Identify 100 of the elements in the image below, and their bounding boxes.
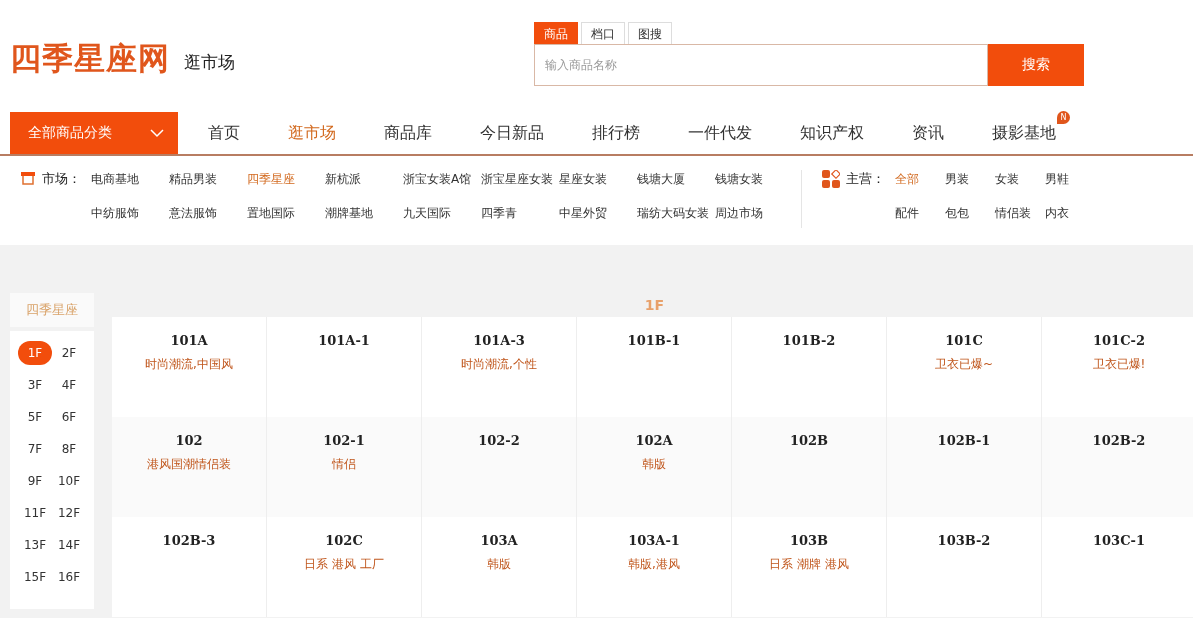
stall-card[interactable]: 101C 卫衣已爆~	[887, 317, 1042, 417]
category-link[interactable]: 女装	[995, 170, 1045, 188]
floor-link[interactable]: 14F	[52, 533, 86, 557]
stall-card[interactable]: 102 港风国潮情侣装	[112, 417, 267, 517]
search-button[interactable]: 搜索	[988, 44, 1084, 86]
stall-card[interactable]: 102B-1	[887, 417, 1042, 517]
stall-card[interactable]: 101B-1	[577, 317, 732, 417]
market-link[interactable]: 钱塘大厦	[637, 170, 715, 188]
stall-card[interactable]: 103B 日系 潮牌 港风	[732, 517, 887, 617]
market-link[interactable]: 中星外贸	[559, 204, 637, 222]
market-link[interactable]: 瑞纺大码女装	[637, 204, 715, 222]
category-link[interactable]: 全部	[895, 170, 945, 188]
stall-card[interactable]: 103B-2	[887, 517, 1042, 617]
floor-link[interactable]: 8F	[52, 437, 86, 461]
market-link[interactable]: 浙宝女装A馆	[403, 170, 481, 188]
nav-link[interactable]: 逛市场	[288, 122, 336, 142]
stall-card[interactable]: 102B-2	[1042, 417, 1193, 517]
grid-icon	[822, 170, 840, 188]
market-link[interactable]: 意法服饰	[169, 204, 247, 222]
market-title: 四季星座	[10, 293, 94, 327]
stall-card[interactable]: 102B	[732, 417, 887, 517]
stall-code: 101B-1	[627, 333, 681, 348]
floor-link[interactable]: 6F	[52, 405, 86, 429]
floor-link[interactable]: 4F	[52, 373, 86, 397]
nav-link[interactable]: 排行榜	[592, 122, 640, 142]
category-link[interactable]: 情侣装	[995, 204, 1045, 222]
stall-code: 101A-3	[473, 333, 525, 348]
floor-link[interactable]: 7F	[18, 437, 52, 461]
nav-link[interactable]: 一件代发	[688, 122, 752, 142]
category-link[interactable]: 内衣	[1045, 204, 1095, 222]
market-link[interactable]: 浙宝星座女装	[481, 170, 559, 188]
floor-link[interactable]: 3F	[18, 373, 52, 397]
stall-tag: 时尚潮流,个性	[461, 356, 537, 373]
stall-card[interactable]: 103C-1	[1042, 517, 1193, 617]
stall-code: 102B	[789, 433, 829, 448]
stall-tag: 韩版	[487, 556, 511, 573]
stall-card[interactable]: 102-2	[422, 417, 577, 517]
market-link[interactable]: 四季星座	[247, 170, 325, 188]
floor-link[interactable]: 1F	[18, 341, 52, 365]
market-link[interactable]: 周边市场	[715, 204, 793, 222]
category-link[interactable]: 配件	[895, 204, 945, 222]
stall-card[interactable]: 101A-3 时尚潮流,个性	[422, 317, 577, 417]
floor-link[interactable]: 15F	[18, 565, 52, 589]
floor-link[interactable]: 2F	[52, 341, 86, 365]
stall-tag: 港风国潮情侣装	[147, 456, 231, 473]
market-link[interactable]: 钱塘女装	[715, 170, 793, 188]
stall-card[interactable]: 101A 时尚潮流,中国风	[112, 317, 267, 417]
stall-code: 102B-2	[1092, 433, 1146, 448]
stall-card[interactable]: 103A-1 韩版,港风	[577, 517, 732, 617]
stall-code: 102-2	[478, 433, 520, 448]
search-tab[interactable]: 商品	[534, 22, 578, 44]
nav-link[interactable]: 资讯	[912, 122, 944, 142]
nav-link[interactable]: 摄影基地	[992, 122, 1056, 142]
stall-card[interactable]: 102-1 情侣	[267, 417, 422, 517]
floor-link[interactable]: 12F	[52, 501, 86, 525]
site-logo[interactable]: 四季星座网	[10, 38, 170, 80]
floor-link[interactable]: 5F	[18, 405, 52, 429]
search-tab[interactable]: 档口	[581, 22, 625, 44]
floor-link[interactable]: 11F	[18, 501, 52, 525]
stall-card[interactable]: 102C 日系 港风 工厂	[267, 517, 422, 617]
category-link[interactable]: 包包	[945, 204, 995, 222]
stall-code: 102B-3	[162, 533, 216, 548]
category-link[interactable]: 男鞋	[1045, 170, 1095, 188]
nav-link[interactable]: 今日新品	[480, 122, 544, 142]
stall-tag: 韩版	[642, 456, 666, 473]
chevron-down-icon	[150, 128, 164, 138]
market-link[interactable]: 星座女装	[559, 170, 637, 188]
market-link[interactable]: 置地国际	[247, 204, 325, 222]
search-field[interactable]: 输入商品名称	[534, 44, 988, 86]
stall-card[interactable]: 101A-1	[267, 317, 422, 417]
search-tab[interactable]: 图搜	[628, 22, 672, 44]
category-label: 主营：	[846, 170, 885, 188]
floor-link[interactable]: 10F	[52, 469, 86, 493]
stall-tag: 卫衣已爆~	[934, 356, 994, 373]
nav-link[interactable]: 知识产权	[800, 122, 864, 142]
market-link[interactable]: 精品男装	[169, 170, 247, 188]
nav-link[interactable]: 商品库	[384, 122, 432, 142]
page-subtitle: 逛市场	[184, 50, 235, 74]
market-link[interactable]: 电商基地	[91, 170, 169, 188]
stall-card[interactable]: 103A 韩版	[422, 517, 577, 617]
floor-title: 1F	[643, 296, 666, 315]
stall-card[interactable]: 101B-2	[732, 317, 887, 417]
floor-link[interactable]: 13F	[18, 533, 52, 557]
stall-card[interactable]: 101C-2 卫衣已爆!	[1042, 317, 1193, 417]
nav-link[interactable]: 首页	[208, 122, 240, 142]
market-link[interactable]: 四季青	[481, 204, 559, 222]
market-link[interactable]: 新杭派	[325, 170, 403, 188]
stall-tag: 时尚潮流,中国风	[145, 356, 233, 373]
category-button[interactable]: 全部商品分类	[10, 112, 178, 154]
new-badge: N	[1057, 110, 1070, 124]
stall-code: 103C-1	[1093, 533, 1145, 548]
market-link[interactable]: 九天国际	[403, 204, 481, 222]
market-link[interactable]: 潮牌基地	[325, 204, 403, 222]
stall-card[interactable]: 102A 韩版	[577, 417, 732, 517]
stall-tag: 情侣	[332, 456, 356, 473]
stall-card[interactable]: 102B-3	[112, 517, 267, 617]
market-link[interactable]: 中纺服饰	[91, 204, 169, 222]
floor-link[interactable]: 9F	[18, 469, 52, 493]
category-link[interactable]: 男装	[945, 170, 995, 188]
floor-link[interactable]: 16F	[52, 565, 86, 589]
